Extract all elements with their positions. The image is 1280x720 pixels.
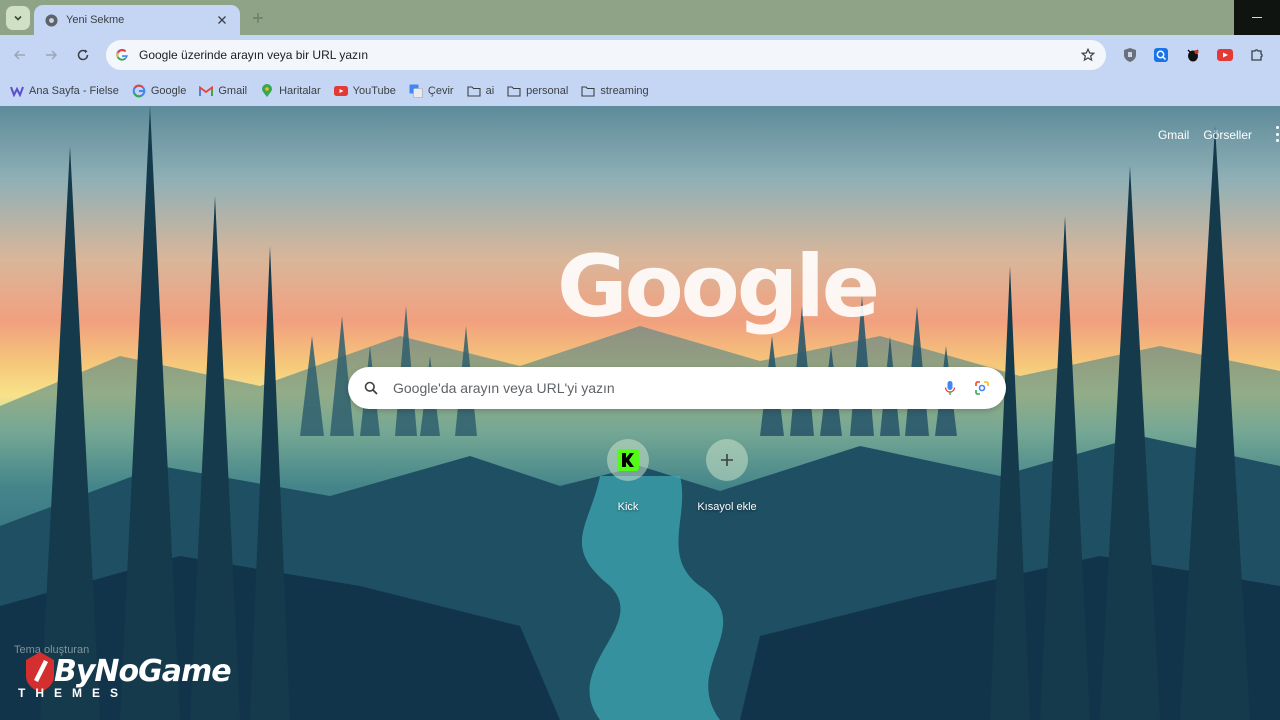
- bug-extension-icon[interactable]: [1184, 46, 1202, 64]
- bookmark-star-icon[interactable]: [1080, 47, 1096, 63]
- bookmark-item[interactable]: YouTube: [333, 80, 396, 102]
- google-logo: Google: [557, 237, 880, 337]
- tab-new-tab[interactable]: Yeni Sekme: [34, 5, 240, 35]
- google-lens-icon[interactable]: [973, 379, 991, 397]
- bookmark-item[interactable]: Haritalar: [260, 80, 321, 102]
- apps-menu-icon[interactable]: [1274, 126, 1280, 142]
- forward-button[interactable]: [41, 45, 61, 65]
- puzzle-extensions-icon[interactable]: [1248, 46, 1266, 64]
- google-icon: [116, 48, 128, 61]
- brand-subtitle: THEMES: [18, 686, 129, 700]
- new-tab-button[interactable]: [248, 8, 268, 28]
- gmail-icon: [199, 84, 214, 98]
- toolbar: Google üzerinde arayın veya bir URL yazı…: [0, 35, 1280, 76]
- bookmark-label: Google: [150, 85, 187, 97]
- bookmark-label: YouTube: [352, 85, 396, 97]
- lens-extension-icon[interactable]: [1152, 46, 1170, 64]
- back-button[interactable]: [10, 45, 30, 65]
- youtube-extension-icon[interactable]: [1216, 46, 1234, 64]
- shortcut-icon-circle: [607, 439, 649, 481]
- brand-name: ByNoGame: [54, 654, 232, 689]
- google-icon: [132, 84, 146, 98]
- tab-title: Yeni Sekme: [66, 14, 125, 26]
- bookmark-label: streaming: [600, 85, 649, 97]
- arrow-left-icon: [13, 50, 25, 60]
- fielse-icon: [10, 84, 24, 98]
- microphone-icon[interactable]: [941, 379, 959, 397]
- bookmark-folder[interactable]: personal: [507, 80, 568, 102]
- omnibox[interactable]: Google üzerinde arayın veya bir URL yazı…: [106, 40, 1106, 70]
- bookmark-label: Ana Sayfa - Fielse: [29, 85, 119, 97]
- new-tab-page: Gmail Görseller Google Google'da arayın …: [0, 106, 1280, 720]
- bookmark-folder[interactable]: ai: [467, 80, 495, 102]
- gmail-link[interactable]: Gmail: [1158, 128, 1189, 142]
- folder-icon: [467, 84, 481, 98]
- search-placeholder: Google'da arayın veya URL'yi yazın: [393, 380, 615, 396]
- shortcut-icon-circle: [706, 439, 748, 481]
- minimize-button[interactable]: [1234, 0, 1280, 35]
- bookmark-item[interactable]: Çevir: [409, 80, 454, 102]
- translate-icon: [409, 84, 423, 98]
- tab-strip: Yeni Sekme: [0, 0, 1280, 35]
- bookmark-item[interactable]: Ana Sayfa - Fielse: [10, 80, 119, 102]
- plus-icon: [721, 454, 733, 466]
- search-icon: [363, 380, 379, 396]
- maps-icon: [260, 84, 274, 98]
- bookmark-label: personal: [526, 85, 569, 97]
- omnibox-text: Google üzerinde arayın veya bir URL yazı…: [139, 48, 369, 62]
- reload-icon: [77, 49, 89, 61]
- shortcut-label: Kick: [617, 501, 639, 513]
- plus-icon: [253, 13, 263, 23]
- theme-brand-logo[interactable]: ByNoGame THEMES: [14, 646, 232, 706]
- bookmark-label: Gmail: [218, 85, 248, 97]
- close-icon[interactable]: [214, 12, 230, 28]
- bookmark-item[interactable]: Gmail: [199, 80, 247, 102]
- bookmark-folder[interactable]: streaming: [581, 80, 649, 102]
- chevron-down-icon: [14, 15, 22, 21]
- folder-icon: [507, 84, 521, 98]
- kick-icon: [617, 449, 639, 471]
- shortcut-tile[interactable]: Kick: [588, 439, 668, 513]
- chrome-icon: [44, 13, 58, 27]
- shortcut-label: Kısayol ekle: [697, 501, 757, 513]
- forest-wallpaper: [0, 106, 1280, 720]
- youtube-icon: [333, 84, 348, 98]
- arrow-right-icon: [46, 50, 58, 60]
- images-link[interactable]: Görseller: [1203, 128, 1252, 142]
- bookmarks-bar: Ana Sayfa - Fielse Google Gmail Haritala…: [0, 76, 1280, 106]
- ntp-search-box[interactable]: Google'da arayın veya URL'yi yazın: [348, 367, 1006, 409]
- bookmark-label: ai: [485, 85, 495, 97]
- bookmark-label: Haritalar: [279, 85, 321, 97]
- top-links: Gmail Görseller: [1158, 128, 1252, 142]
- shield-extension-icon[interactable]: [1121, 46, 1139, 64]
- bookmark-label: Çevir: [427, 85, 454, 97]
- reload-button[interactable]: [73, 45, 93, 65]
- folder-icon: [581, 84, 595, 98]
- bookmark-item[interactable]: Google: [132, 80, 186, 102]
- tab-search-button[interactable]: [6, 6, 30, 30]
- minimize-icon: [1252, 17, 1262, 18]
- add-shortcut-tile[interactable]: Kısayol ekle: [687, 439, 767, 513]
